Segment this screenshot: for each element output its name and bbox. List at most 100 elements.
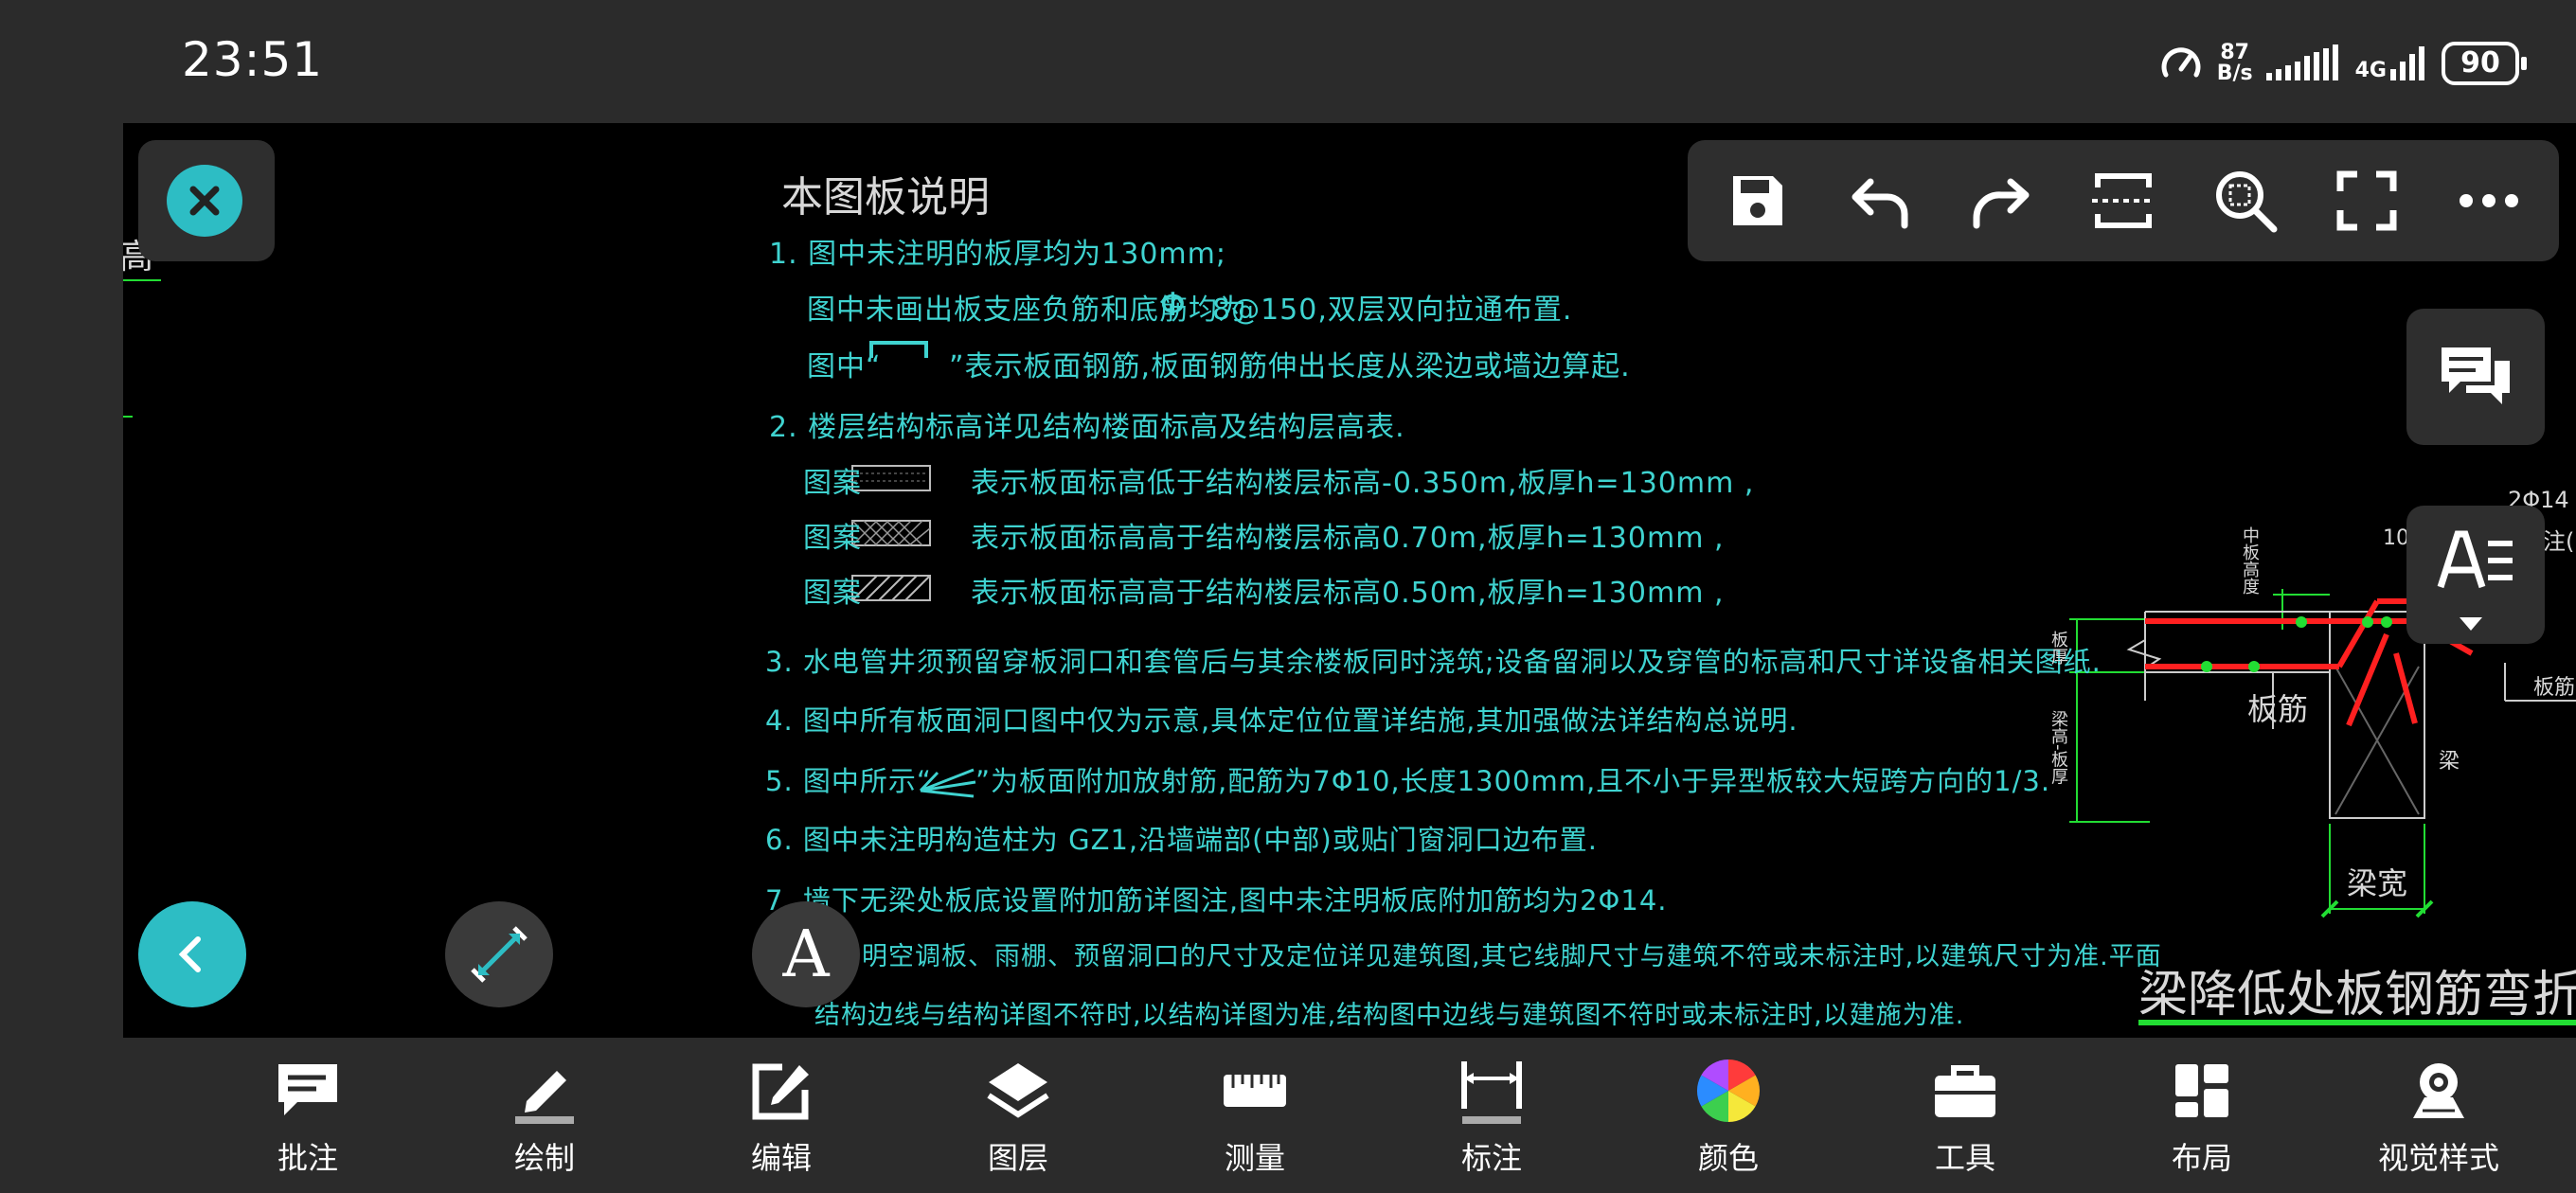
ruler-icon	[1217, 1053, 1293, 1129]
detail-caption: 梁降低处板钢筋弯折大样	[2138, 967, 2576, 1024]
battery-level: 90	[2460, 46, 2500, 80]
nav-label-dimension: 标注	[1460, 1140, 1522, 1176]
note-8-line2: 结构边线与结构详图不符时,以结构详图为准,结构图中边线与建筑图不符时或未标注时,…	[814, 1001, 1965, 1030]
detail-num-label: 10	[2383, 526, 2409, 550]
nav-label-draw: 绘制	[513, 1140, 575, 1176]
note-7: 7. 墙下无梁处板底设置附加筋详图注,图中未注明板底附加筋均为2Φ14.	[765, 884, 1668, 917]
nav-tools[interactable]: 工具	[1847, 1038, 2084, 1193]
text-style-icon	[2437, 530, 2513, 631]
nav-label-edit: 编辑	[750, 1140, 812, 1176]
nav-label-measure: 测量	[1224, 1140, 1285, 1176]
note-2-line1: 表示板面标高低于结构楼层标高-0.350m,板厚h=130mm ,	[971, 467, 1755, 500]
fullscreen-icon	[2336, 170, 2397, 231]
layers-icon	[980, 1053, 1056, 1129]
net-speed-value: 87	[2220, 41, 2249, 64]
detail-side-label: 注(	[2543, 528, 2575, 555]
measure-line-icon	[471, 926, 528, 983]
nav-annotation[interactable]: 批注	[189, 1038, 426, 1193]
nav-label-visual-style: 视觉样式	[2377, 1140, 2499, 1176]
nav-label-color: 颜色	[1697, 1140, 1759, 1176]
note-4: 4. 图中所有板面洞口图中仅为示意,具体定位位置详结施,其加强做法详结构总说明.	[765, 704, 1798, 737]
detail-vert-label-1: 中板高度	[2240, 526, 2260, 595]
signal-icon	[2265, 45, 2338, 80]
redo-button[interactable]	[1959, 158, 2044, 243]
bottom-navigation: 批注 绘制 编辑 图层 测量 标注 颜色 工具 布局 视觉样式	[0, 1038, 2576, 1193]
color-wheel-icon	[1690, 1053, 1766, 1129]
undo-button[interactable]	[1837, 158, 1923, 243]
net-speed-unit: B/s	[2216, 62, 2253, 85]
comments-icon	[2442, 347, 2510, 404]
zoom-window-button[interactable]	[2203, 158, 2288, 243]
zoom-window-icon	[2215, 171, 2278, 233]
note-1-line2b: 8@150,双层双向拉通布置.	[1212, 294, 1573, 327]
status-bar: 23:51 87 B/s 4G 90	[0, 0, 2576, 123]
fullscreen-button[interactable]	[2324, 158, 2409, 243]
close-button[interactable]	[167, 165, 242, 237]
detail-beam-label: 梁	[2439, 750, 2460, 774]
note-2-pattern-1: 图案	[803, 467, 862, 500]
speedometer-icon	[2161, 47, 2201, 78]
note-5b: ”为板面附加放射筋,配筋为7Φ10,长度1300mm,且不小于异型板较大短跨方向…	[975, 765, 2051, 797]
phi-symbol: Φ	[1160, 286, 1187, 324]
drawing-title: 本图板说明	[781, 173, 990, 222]
nav-label-annotation: 批注	[277, 1140, 338, 1176]
net-speed: 87 B/s	[2217, 43, 2253, 84]
note-3: 3. 水电管井须预留穿板洞口和套管后与其余楼板同时浇筑;设备留洞以及穿管的标高和…	[765, 646, 2102, 678]
note-8-line1: 明空调板、雨棚、预留洞口的尺寸及定位详见建筑图,其它线脚尺寸与建筑不符或未标注时…	[862, 942, 2162, 971]
nav-measure[interactable]: 测量	[1136, 1038, 1373, 1193]
text-tool-button[interactable]: A	[752, 901, 860, 1007]
detail-beam-width-label: 梁宽	[2347, 865, 2408, 901]
note-2-line3: 表示板面标高高于结构楼层标高0.50m,板厚h=130mm ,	[971, 577, 1725, 610]
note-2: 2. 楼层结构标高详见结构楼面标高及结构层高表.	[769, 411, 1405, 444]
detail-slab-label: 板筋	[2247, 691, 2309, 727]
back-button[interactable]	[138, 901, 246, 1007]
section-icon	[2091, 173, 2155, 228]
more-icon	[2459, 194, 2518, 207]
nav-label-layout: 布局	[2171, 1140, 2232, 1176]
visual-style-icon	[2401, 1053, 2477, 1129]
note-1-line3b: ”表示板面钢筋,板面钢筋伸出长度从梁边或墙边算起.	[949, 350, 1631, 383]
status-icons: 87 B/s 4G 90	[2158, 38, 2527, 89]
top-toolbar	[1688, 140, 2559, 261]
nav-color[interactable]: 颜色	[1610, 1038, 1847, 1193]
nav-layout[interactable]: 布局	[2084, 1038, 2320, 1193]
network-4g: 4G	[2355, 45, 2428, 82]
note-6: 6. 图中未注明构造柱为 GZ1,沿墙端部(中部)或贴门窗洞口边布置.	[765, 824, 1598, 856]
toolbox-icon	[1927, 1053, 2003, 1129]
note-2-pattern-3: 图案	[803, 577, 862, 610]
nav-layers[interactable]: 图层	[900, 1038, 1136, 1193]
status-time: 23:51	[182, 32, 324, 87]
dimension-icon	[1454, 1053, 1530, 1129]
note-5a: 5. 图中所示“	[765, 765, 932, 797]
network-type: 4G	[2354, 59, 2387, 82]
detail-vert-label-3: 梁高-板厚	[2048, 710, 2068, 785]
text-style-button[interactable]	[2406, 506, 2545, 644]
battery-icon: 90	[2442, 42, 2527, 85]
text-tool-label: A	[782, 917, 830, 992]
comment-button[interactable]	[2406, 309, 2545, 445]
redo-icon	[1973, 178, 2030, 229]
note-1-line3a: 图中“	[807, 350, 882, 383]
annotation-icon	[270, 1053, 346, 1129]
pencil-icon	[507, 1053, 582, 1129]
nav-edit[interactable]: 编辑	[663, 1038, 900, 1193]
close-icon	[189, 186, 220, 216]
nav-label-layers: 图层	[987, 1140, 1048, 1176]
section-button[interactable]	[2081, 158, 2166, 243]
layout-icon	[2164, 1053, 2240, 1129]
nav-dimension[interactable]: 标注	[1373, 1038, 1610, 1193]
note-1: 1. 图中未注明的板厚均为130mm;	[769, 238, 1226, 271]
save-button[interactable]	[1715, 158, 1800, 243]
chevron-left-icon	[178, 936, 201, 972]
save-icon	[1733, 176, 1783, 225]
nav-visual-style[interactable]: 视觉样式	[2320, 1038, 2557, 1193]
note-2-pattern-2: 图案	[803, 522, 862, 555]
close-panel	[138, 140, 275, 261]
more-button[interactable]	[2446, 158, 2531, 243]
nav-draw[interactable]: 绘制	[426, 1038, 663, 1193]
measure-tool-button[interactable]	[445, 901, 553, 1007]
nav-label-tools: 工具	[1934, 1140, 1995, 1176]
undo-icon	[1852, 178, 1908, 229]
detail-vert-label-2: 板厚	[2048, 631, 2068, 665]
note-2-line2: 表示板面标高高于结构楼层标高0.70m,板厚h=130mm ,	[971, 522, 1725, 555]
